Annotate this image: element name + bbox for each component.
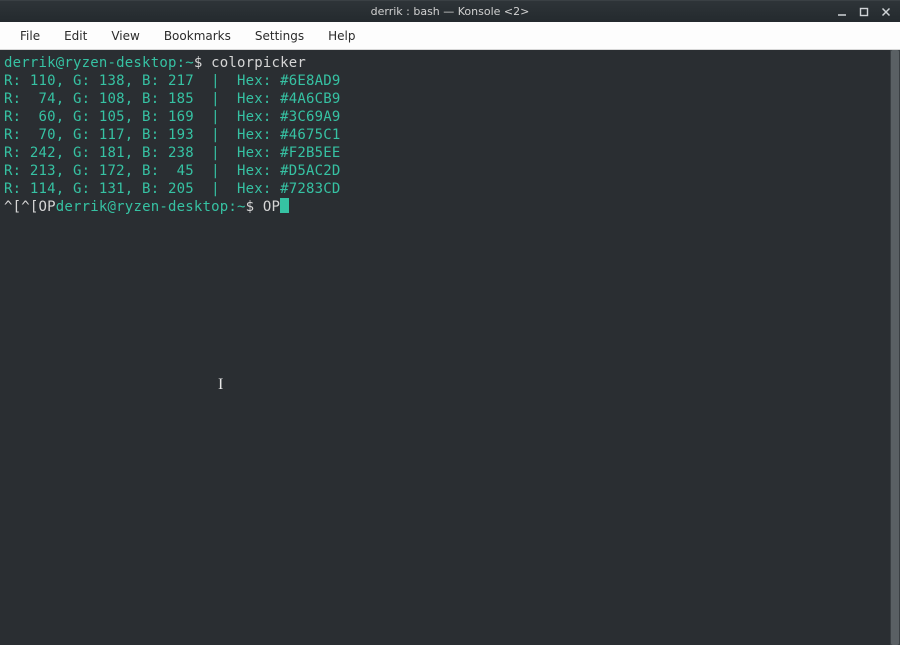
menu-view[interactable]: View — [99, 25, 151, 47]
color-output-line: R: 70, G: 117, B: 193 | Hex: #4675C1 — [4, 126, 884, 144]
terminal-line: ^[^[OPderrik@ryzen-desktop:~$ OP — [4, 198, 884, 216]
terminal-line: derrik@ryzen-desktop:~$ colorpicker — [4, 54, 884, 72]
block-cursor — [280, 198, 289, 213]
menu-file[interactable]: File — [8, 25, 52, 47]
menu-bar: File Edit View Bookmarks Settings Help — [0, 22, 900, 50]
menu-help[interactable]: Help — [316, 25, 367, 47]
window-title: derrik : bash — Konsole <2> — [0, 5, 900, 18]
scrollbar-track[interactable] — [890, 50, 900, 645]
window-controls — [836, 6, 900, 18]
color-output-line: R: 114, G: 131, B: 205 | Hex: #7283CD — [4, 180, 884, 198]
window-titlebar: derrik : bash — Konsole <2> — [0, 0, 900, 22]
maximize-icon[interactable] — [858, 6, 870, 18]
color-output-line: R: 242, G: 181, B: 238 | Hex: #F2B5EE — [4, 144, 884, 162]
scrollbar-thumb[interactable] — [891, 50, 899, 645]
color-output-line: R: 74, G: 108, B: 185 | Hex: #4A6CB9 — [4, 90, 884, 108]
menu-edit[interactable]: Edit — [52, 25, 99, 47]
color-output-line: R: 60, G: 105, B: 169 | Hex: #3C69A9 — [4, 108, 884, 126]
terminal-output[interactable]: derrik@ryzen-desktop:~$ colorpickerR: 11… — [0, 50, 890, 645]
terminal-container: derrik@ryzen-desktop:~$ colorpickerR: 11… — [0, 50, 900, 645]
menu-bookmarks[interactable]: Bookmarks — [152, 25, 243, 47]
color-output-line: R: 213, G: 172, B: 45 | Hex: #D5AC2D — [4, 162, 884, 180]
minimize-icon[interactable] — [836, 6, 848, 18]
menu-settings[interactable]: Settings — [243, 25, 316, 47]
color-output-line: R: 110, G: 138, B: 217 | Hex: #6E8AD9 — [4, 72, 884, 90]
close-icon[interactable] — [880, 6, 892, 18]
